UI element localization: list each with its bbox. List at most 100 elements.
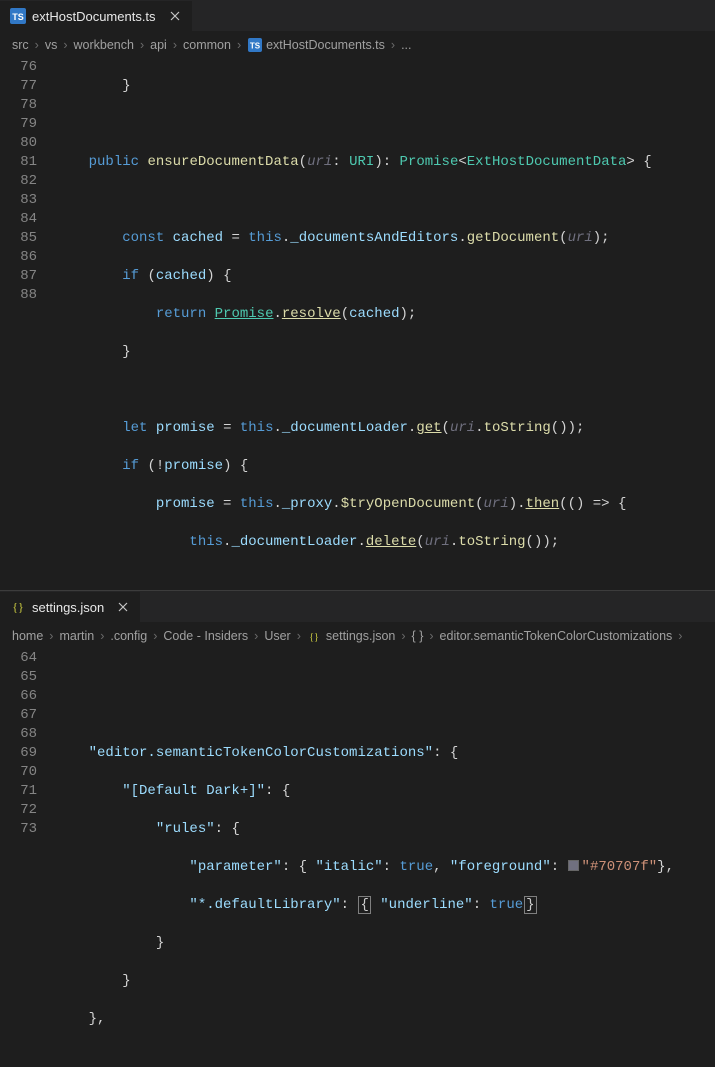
code-content[interactable]: } public ensureDocumentData(uri: URI): P… [55,58,715,590]
code-line[interactable]: } [55,972,715,991]
breadcrumb-item[interactable]: TS extHostDocuments.ts [247,38,385,53]
svg-text:{}: {} [310,632,320,643]
line-number: 76 [0,58,37,77]
line-number: 67 [0,706,37,725]
code-line[interactable]: promise = this._proxy.$tryOpenDocument(u… [55,495,715,514]
chevron-right-icon: › [429,629,433,643]
line-number: 71 [0,782,37,801]
code-line[interactable]: "rules": { [55,820,715,839]
line-number: 69 [0,744,37,763]
chevron-right-icon: › [100,629,104,643]
code-line[interactable] [55,706,715,725]
breadcrumb-item[interactable]: vs [45,38,58,52]
tab-settings-json[interactable]: {} settings.json [0,592,141,622]
code-line[interactable]: "*.defaultLibrary": { "underline": true} [55,896,715,915]
tabbar: {} settings.json [0,591,715,623]
breadcrumb-bar-top: src › vs › workbench › api › common › TS… [0,32,715,58]
close-icon[interactable] [168,9,182,23]
chevron-right-icon: › [173,38,177,52]
breadcrumb-item[interactable]: .config [110,629,147,643]
chevron-right-icon: › [49,629,53,643]
line-number-gutter: 76 77 78 79 80 81 82 83 84 85 86 87 88 [0,58,55,590]
breadcrumb-item[interactable]: home [12,629,43,643]
tab-label: extHostDocuments.ts [32,9,156,24]
json-file-icon: {} [10,599,26,615]
svg-text:{}: {} [12,600,24,614]
line-number: 64 [0,649,37,668]
code-line[interactable]: return Promise.resolve(cached); [55,305,715,324]
line-number: 77 [0,77,37,96]
line-number: 83 [0,191,37,210]
line-number: 82 [0,172,37,191]
ts-file-icon: TS [10,8,26,24]
line-number: 70 [0,763,37,782]
line-number: 84 [0,210,37,229]
code-line[interactable]: if (!promise) { [55,457,715,476]
breadcrumb-item[interactable]: { } [412,629,424,643]
code-content[interactable]: "editor.semanticTokenColorCustomizations… [55,649,715,1067]
code-line[interactable]: } [55,343,715,362]
code-line[interactable]: public ensureDocumentData(uri: URI): Pro… [55,153,715,172]
code-line[interactable]: } [55,934,715,953]
tab-ext-host-documents[interactable]: TS extHostDocuments.ts [0,1,193,31]
tabbar: TS extHostDocuments.ts [0,0,715,32]
code-line[interactable] [55,115,715,134]
breadcrumb-item[interactable]: workbench [74,38,134,52]
chevron-right-icon: › [153,629,157,643]
chevron-right-icon: › [401,629,405,643]
chevron-right-icon: › [297,629,301,643]
line-number: 65 [0,668,37,687]
code-line[interactable] [55,668,715,687]
chevron-right-icon: › [35,38,39,52]
line-number: 73 [0,820,37,839]
breadcrumb-bar-bottom: home › martin › .config › Code - Insider… [0,623,715,649]
breadcrumb-item[interactable]: User [264,629,290,643]
bracket-highlight: { [358,896,370,914]
line-number: 68 [0,725,37,744]
chevron-right-icon: › [391,38,395,52]
code-line[interactable]: "parameter": { "italic": true, "foregrou… [55,858,715,877]
code-line[interactable]: } [55,77,715,96]
line-number: 78 [0,96,37,115]
line-number-gutter: 64 65 66 67 68 69 70 71 72 73 [0,649,55,1067]
chevron-right-icon: › [254,629,258,643]
tab-label: settings.json [32,600,104,615]
code-line[interactable]: }, [55,1010,715,1029]
code-line[interactable]: "[Default Dark+]": { [55,782,715,801]
code-line[interactable]: this._documentLoader.delete(uri.toString… [55,533,715,552]
code-line[interactable]: let promise = this._documentLoader.get(u… [55,419,715,438]
line-number: 72 [0,801,37,820]
code-line[interactable]: const cached = this._documentsAndEditors… [55,229,715,248]
code-line[interactable]: if (cached) { [55,267,715,286]
line-number: 87 [0,267,37,286]
line-number: 85 [0,229,37,248]
code-editor-top[interactable]: 76 77 78 79 80 81 82 83 84 85 86 87 88 }… [0,58,715,590]
breadcrumb-item[interactable]: martin [59,629,94,643]
breadcrumb-item[interactable]: api [150,38,167,52]
code-line[interactable] [55,381,715,400]
breadcrumb-item[interactable]: common [183,38,231,52]
svg-text:TS: TS [12,12,24,22]
code-editor-bottom[interactable]: 64 65 66 67 68 69 70 71 72 73 "editor.se… [0,649,715,1067]
code-line[interactable] [55,191,715,210]
line-number: 81 [0,153,37,172]
line-number: 66 [0,687,37,706]
breadcrumb-item[interactable]: editor.semanticTokenColorCustomizations [440,629,673,643]
breadcrumb-item[interactable]: src [12,38,29,52]
chevron-right-icon: › [140,38,144,52]
line-number: 88 [0,286,37,305]
bracket-highlight: } [524,896,536,914]
color-swatch-icon [568,860,579,871]
line-number: 86 [0,248,37,267]
editor-pane-top: TS extHostDocuments.ts src › vs › workbe… [0,0,715,590]
breadcrumb-item[interactable]: ... [401,38,411,52]
chevron-right-icon: › [678,629,682,643]
close-icon[interactable] [116,600,130,614]
ts-file-icon: TS [247,38,262,53]
line-number: 80 [0,134,37,153]
breadcrumb-item[interactable]: Code - Insiders [163,629,248,643]
line-number: 79 [0,115,37,134]
breadcrumb-item[interactable]: {} settings.json [307,629,395,644]
code-line[interactable]: "editor.semanticTokenColorCustomizations… [55,744,715,763]
editor-pane-bottom: {} settings.json home › martin › .config… [0,591,715,1067]
